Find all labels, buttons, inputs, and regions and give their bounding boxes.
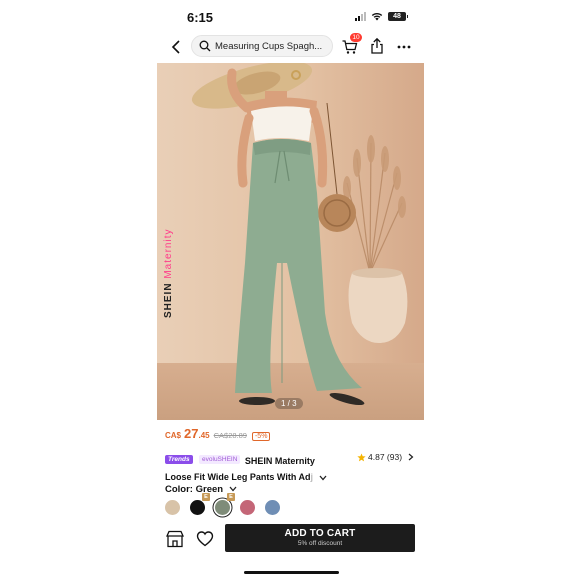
color-swatch-pink[interactable] [240,500,255,515]
store-icon[interactable] [165,529,185,549]
swatch-tag: E [202,493,210,501]
home-indicator [244,571,339,574]
color-swatches: EE [165,493,280,515]
signal-icon [355,12,366,21]
status-time: 6:15 [187,10,214,25]
color-swatch-blue[interactable] [265,500,280,515]
color-swatch-beige[interactable] [165,500,180,515]
back-icon[interactable] [167,38,185,56]
trends-badge: Trends [165,455,193,465]
status-bar: 6:15 48 [157,0,424,34]
title-line-2-text: Loose Fit Wide Leg Pants With Ad [165,472,311,482]
price-currency: CA$ [165,431,182,440]
rating[interactable]: 4.87 (93) [357,452,414,462]
wifi-icon [371,12,383,21]
color-label-text: Color: Green [165,484,224,495]
swatch-tag: E [227,493,235,501]
color-selector-label[interactable]: Color: Green [165,484,237,495]
phone-screen: 6:15 48 Measuring Cups Spagh... 10 SHEIN… [157,0,424,580]
product-image[interactable]: SHEIN Maternity 1 / 3 [157,63,424,420]
search-query: Measuring Cups Spagh... [215,40,323,52]
star-icon [357,452,366,461]
add-to-cart-label: ADD TO CART [284,528,356,539]
brand-badge: evoluSHEIN [199,455,241,465]
right-margin [423,0,580,580]
chevron-down-icon[interactable] [319,475,327,481]
brand-watermark: SHEIN Maternity [163,229,174,318]
search-icon [199,40,211,52]
title-line-2: Loose Fit Wide Leg Pants With Adj [165,472,420,482]
title-line-2-fade: j [310,472,314,482]
price-main: 27 [184,426,199,441]
more-icon[interactable] [395,38,413,56]
chevron-down-icon [229,486,237,492]
product-photo-illustration [191,63,408,406]
chevron-right-icon [408,453,414,461]
heart-icon[interactable] [196,530,214,548]
title-line-1: SHEIN Maternity [244,456,315,466]
rating-value: 4.87 (93) [368,452,403,462]
left-margin [0,0,157,580]
original-price: CA$28.89 [213,431,247,440]
brand-watermark-name: SHEIN [163,282,174,318]
image-page-indicator: 1 / 3 [275,398,303,409]
share-icon[interactable] [369,37,385,55]
status-icons: 48 [355,12,408,21]
add-to-cart-sublabel: 5% off discount [297,540,343,547]
color-swatch-green[interactable]: E [215,493,235,515]
search-input[interactable]: Measuring Cups Spagh... [191,35,333,57]
battery-icon: 48 [388,12,408,21]
discount-badge: -5% [251,432,271,441]
color-swatch-black[interactable]: E [190,493,210,515]
bottom-action-bar: ADD TO CART 5% off discount [157,522,424,558]
price-row: CA$ 27 .45 CA$28.89 -5% [165,426,415,444]
cart-count-badge: 10 [350,33,362,42]
brand-watermark-accent: Maternity [163,228,174,279]
price-cents: .45 [198,431,210,440]
add-to-cart-button[interactable]: ADD TO CART 5% off discount [225,524,415,552]
nav-bar: Measuring Cups Spagh... 10 [157,33,424,60]
